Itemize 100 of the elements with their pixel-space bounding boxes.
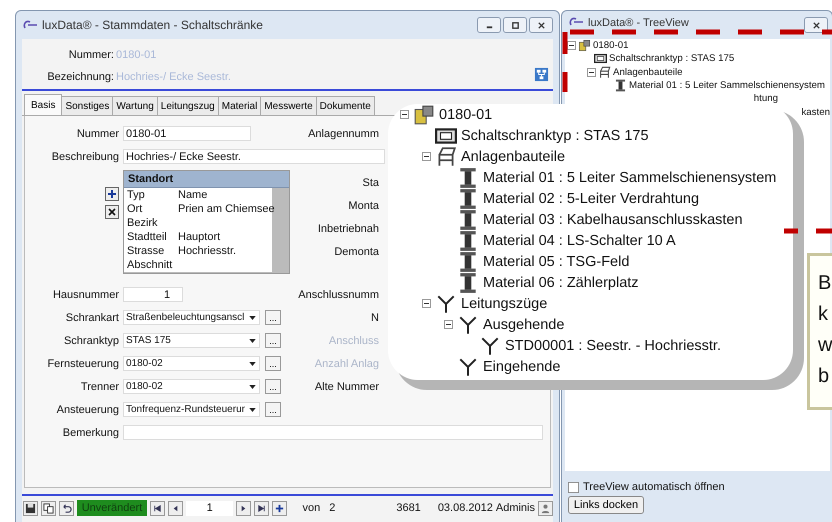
tree-item[interactable]: Ausgehende [483,316,564,332]
note-text: b [818,364,830,389]
header-value: 0180-01 [116,49,156,61]
tree-item[interactable]: Schaltschranktyp : STAS 175 [609,53,734,64]
tab[interactable]: Leitungszug [156,96,219,115]
network-icon[interactable] [534,67,549,82]
tree-item[interactable]: htung [754,93,778,104]
tab[interactable]: Sonstiges [61,96,114,115]
caret-icon [249,385,256,389]
app-logo-icon [22,20,38,30]
tree-item[interactable]: Material 04 : LS-Schalter 10 A [483,232,676,248]
tab[interactable]: Dokumente [316,96,375,115]
plus-icon [107,189,117,199]
next-record-button[interactable] [236,500,252,516]
expander-icon[interactable] [422,152,431,161]
tree-item[interactable]: Material 03 : Kabelhausanschlusskasten [483,212,743,228]
checkbox[interactable] [568,482,579,492]
browse-button[interactable]: ... [265,310,281,325]
description-field[interactable]: Hochries-/ Ecke Seestr. [123,149,385,164]
number-field[interactable]: 0180-01 [123,126,251,141]
header-value: Hochries-/ Ecke Seestr. [116,71,231,83]
note-text: k [818,302,828,327]
add-button[interactable] [105,187,119,201]
dropdown[interactable]: Straßenbeleuchtungsanscl [123,310,260,325]
undo-button[interactable] [59,500,74,516]
tab[interactable]: Wartung [112,96,158,115]
bolt-icon [614,79,627,92]
browse-button[interactable]: ... [265,333,281,348]
record-status: Unverändert [77,500,147,516]
number-field[interactable]: 1 [123,287,183,302]
caret-icon [249,316,256,320]
field-label: N [370,312,379,324]
maximize-icon [510,20,520,30]
dropdown[interactable]: Tonfrequenz-Rundsteuerur [123,402,260,417]
close-icon [812,20,820,30]
tree-item[interactable]: Anlagenbauteile [461,148,566,164]
save-button[interactable] [23,500,38,516]
first-icon [152,502,163,514]
plus-icon [274,502,286,514]
previous-record-button[interactable] [168,500,183,516]
expander-icon[interactable] [400,110,409,119]
table-cell-text: Stadtteil [126,231,168,243]
field-label: Fernsteuerung [46,358,119,370]
maximize-button[interactable] [503,17,527,33]
tab[interactable]: Material [218,96,262,115]
expander-icon[interactable] [444,320,453,329]
expander-icon[interactable] [587,68,596,77]
copy-button[interactable] [41,500,56,516]
tree-item[interactable]: Schaltschranktyp : STAS 175 [461,128,649,144]
dropdown[interactable]: 0180-02 [123,379,260,394]
field-label: Nummer [76,128,119,140]
tree-item[interactable]: Leitungszüge [461,296,548,312]
remove-button[interactable] [105,205,119,219]
tab[interactable]: Messwerte [260,96,317,115]
caret-icon [249,362,256,366]
save-icon [25,502,36,514]
tree-item[interactable]: Material 06 : Zählerplatz [483,274,639,290]
tree-item[interactable]: Eingehende [483,358,560,374]
field-label: Demonta [333,245,379,260]
expander-icon[interactable] [422,299,431,308]
tree-item[interactable]: Anlagenbauteile [613,66,682,78]
tree-item[interactable]: 0180-01 [439,106,492,122]
field-label: Schrankart [64,312,119,324]
dock-left-button[interactable]: Links docken [568,496,644,514]
first-record-button[interactable] [150,500,165,516]
close-button[interactable] [529,17,553,33]
tree-item[interactable]: kasten [801,106,830,118]
dropdown[interactable]: STAS 175 [123,333,260,348]
last-record-button[interactable] [254,500,270,516]
expander-icon[interactable] [567,41,576,50]
tree-item[interactable]: 0180-01 [593,40,629,52]
tree-item[interactable]: STD00001 : Seestr. - Hochriesstr. [505,338,721,354]
tree-item[interactable]: Material 02 : 5-Leiter Verdrahtung [483,190,700,206]
field-label: Schranktyp [62,334,119,346]
close-button[interactable] [804,17,828,33]
browse-button[interactable]: ... [265,379,281,394]
header-label: Nummer: [68,49,114,61]
browse-button[interactable]: ... [265,402,281,417]
users-button[interactable] [538,500,553,516]
field-label: Anlagennumm [307,128,379,140]
field-label: Anschlussnumm [297,288,379,300]
field-label: Beschreibung [50,150,119,162]
header-label: Bezeichnung: [46,71,114,83]
table-cell-text: Abschnitt [126,259,171,271]
new-record-button[interactable] [272,500,288,516]
cross-icon [107,207,117,217]
tree-item[interactable]: Material 05 : TSG-Feld [483,254,630,270]
tree-item[interactable]: Material 01 : 5 Leiter Sammelschienensystem [483,170,776,186]
tab[interactable]: Basis [24,94,62,115]
user-icon [540,502,551,514]
field-label: Alte Nummer [314,380,379,392]
parts-icon [598,66,611,79]
cabinet-key-icon [578,39,591,52]
remarks-field[interactable] [123,425,543,440]
browse-button[interactable]: ... [265,356,281,371]
tree-item[interactable]: Material 01 : 5 Leiter Sammelschienensystem [629,80,825,92]
record-number-field[interactable]: 1 [186,500,234,516]
field-label: Anzahl Anlag [314,358,379,370]
dropdown[interactable]: 0180-02 [123,356,260,371]
caret-icon [249,408,256,412]
